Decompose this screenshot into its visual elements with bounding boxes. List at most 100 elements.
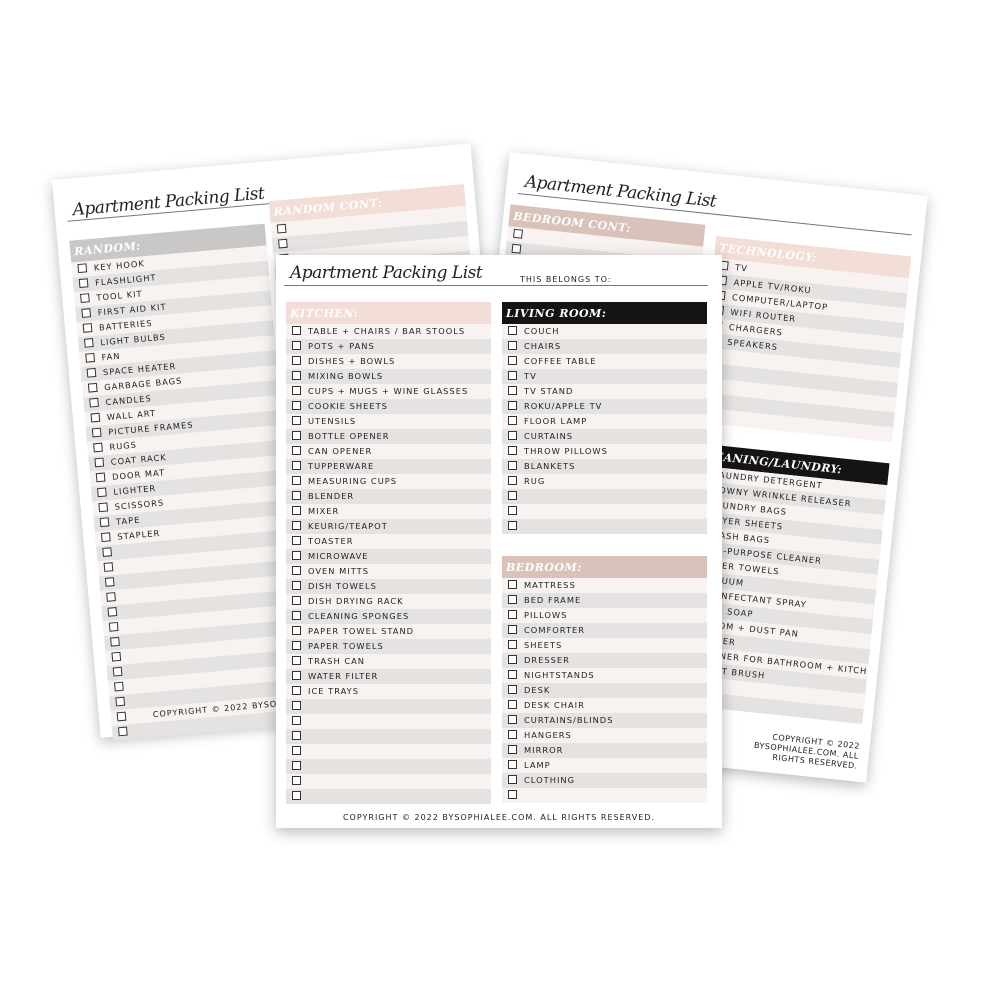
checkbox-icon[interactable] <box>292 701 301 710</box>
checkbox-icon[interactable] <box>110 636 120 647</box>
checkbox-icon[interactable] <box>292 386 301 395</box>
checklist-item[interactable]: CURTAINS <box>502 429 707 444</box>
checkbox-icon[interactable] <box>292 416 301 425</box>
checklist-item[interactable]: MEASURING CUPS <box>286 474 491 489</box>
checkbox-icon[interactable] <box>97 487 107 498</box>
checklist-item[interactable]: TUPPERWARE <box>286 459 491 474</box>
checkbox-icon[interactable] <box>85 352 96 363</box>
checkbox-icon[interactable] <box>292 431 301 440</box>
checklist-item[interactable] <box>502 519 707 534</box>
checkbox-icon[interactable] <box>83 338 94 348</box>
checkbox-icon[interactable] <box>292 776 301 785</box>
checklist-item[interactable]: COFFEE TABLE <box>502 354 707 369</box>
checkbox-icon[interactable] <box>292 641 301 650</box>
checklist-item[interactable]: CAN OPENER <box>286 444 491 459</box>
checklist-item[interactable]: BOTTLE OPENER <box>286 429 491 444</box>
checklist-item[interactable]: CUPS + MUGS + WINE GLASSES <box>286 384 491 399</box>
checkbox-icon[interactable] <box>100 532 111 543</box>
checkbox-icon[interactable] <box>508 715 517 724</box>
checkbox-icon[interactable] <box>292 551 301 560</box>
checklist-item[interactable]: MATTRESS <box>502 578 707 593</box>
checkbox-icon[interactable] <box>508 625 517 634</box>
checklist-item[interactable]: SHEETS <box>502 638 707 653</box>
checkbox-icon[interactable] <box>117 726 128 737</box>
checklist-item[interactable]: NIGHTSTANDS <box>502 668 707 683</box>
checkbox-icon[interactable] <box>292 341 301 350</box>
checkbox-icon[interactable] <box>292 761 301 770</box>
checkbox-icon[interactable] <box>292 536 301 545</box>
checkbox-icon[interactable] <box>80 293 90 303</box>
checklist-item[interactable]: MICROWAVE <box>286 549 491 564</box>
checklist-item[interactable]: BLANKETS <box>502 459 707 474</box>
checkbox-icon[interactable] <box>106 592 116 602</box>
checkbox-icon[interactable] <box>98 502 109 513</box>
checkbox-icon[interactable] <box>86 367 97 378</box>
checklist-item[interactable] <box>502 489 707 504</box>
checkbox-icon[interactable] <box>292 731 301 740</box>
checkbox-icon[interactable] <box>292 356 301 365</box>
checkbox-icon[interactable] <box>89 397 99 408</box>
checklist-item[interactable]: ROKU/APPLE TV <box>502 399 707 414</box>
checkbox-icon[interactable] <box>508 446 517 455</box>
checkbox-icon[interactable] <box>278 238 288 249</box>
checklist-item[interactable]: LAMP <box>502 758 707 773</box>
checklist-item[interactable]: POTS + PANS <box>286 339 491 354</box>
checkbox-icon[interactable] <box>508 431 517 440</box>
checklist-item[interactable]: OVEN MITTS <box>286 564 491 579</box>
checklist-item[interactable]: BED FRAME <box>502 593 707 608</box>
checkbox-icon[interactable] <box>292 401 301 410</box>
checkbox-icon[interactable] <box>292 671 301 680</box>
checkbox-icon[interactable] <box>508 640 517 649</box>
checklist-item[interactable]: DESK CHAIR <box>502 698 707 713</box>
checkbox-icon[interactable] <box>292 791 301 800</box>
checkbox-icon[interactable] <box>508 401 517 410</box>
checkbox-icon[interactable] <box>292 506 301 515</box>
checkbox-icon[interactable] <box>508 506 517 515</box>
checklist-item[interactable]: DISH TOWELS <box>286 579 491 594</box>
checklist-item[interactable]: UTENSILS <box>286 414 491 429</box>
checkbox-icon[interactable] <box>102 547 113 557</box>
checklist-item[interactable]: TOASTER <box>286 534 491 549</box>
checklist-item[interactable]: COOKIE SHEETS <box>286 399 491 414</box>
checkbox-icon[interactable] <box>508 371 517 380</box>
checklist-item[interactable]: TV STAND <box>502 384 707 399</box>
checkbox-icon[interactable] <box>292 656 301 665</box>
checklist-item[interactable]: CURTAINS/BLINDS <box>502 713 707 728</box>
checklist-item[interactable]: COMFORTER <box>502 623 707 638</box>
checklist-item[interactable] <box>502 788 707 803</box>
checkbox-icon[interactable] <box>95 472 106 483</box>
checkbox-icon[interactable] <box>103 562 114 572</box>
checklist-item[interactable]: COUCH <box>502 324 707 339</box>
checklist-item[interactable] <box>286 699 491 714</box>
checkbox-icon[interactable] <box>114 681 124 692</box>
checkbox-icon[interactable] <box>508 700 517 709</box>
checkbox-icon[interactable] <box>292 446 301 455</box>
checkbox-icon[interactable] <box>115 696 126 707</box>
checklist-item[interactable]: TV <box>502 369 707 384</box>
checklist-item[interactable]: MIXER <box>286 504 491 519</box>
checklist-item[interactable]: TRASH CAN <box>286 654 491 669</box>
checkbox-icon[interactable] <box>292 746 301 755</box>
checklist-item[interactable]: DISHES + BOWLS <box>286 354 491 369</box>
checklist-item[interactable] <box>286 729 491 744</box>
checkbox-icon[interactable] <box>292 686 301 695</box>
checkbox-icon[interactable] <box>508 730 517 739</box>
checkbox-icon[interactable] <box>508 341 517 350</box>
checkbox-icon[interactable] <box>112 666 123 677</box>
checkbox-icon[interactable] <box>292 581 301 590</box>
checkbox-icon[interactable] <box>276 223 287 234</box>
checklist-item[interactable] <box>286 759 491 774</box>
checklist-item[interactable]: PAPER TOWELS <box>286 639 491 654</box>
checkbox-icon[interactable] <box>104 577 115 587</box>
checklist-item[interactable]: TABLE + CHAIRS / BAR STOOLS <box>286 324 491 339</box>
checklist-item[interactable]: PILLOWS <box>502 608 707 623</box>
checkbox-icon[interactable] <box>508 461 517 470</box>
checkbox-icon[interactable] <box>292 326 301 335</box>
checkbox-icon[interactable] <box>111 651 122 662</box>
checklist-item[interactable] <box>286 774 491 789</box>
checkbox-icon[interactable] <box>108 621 119 632</box>
checkbox-icon[interactable] <box>292 596 301 605</box>
checkbox-icon[interactable] <box>78 278 89 289</box>
checkbox-icon[interactable] <box>508 386 517 395</box>
checkbox-icon[interactable] <box>292 521 301 530</box>
